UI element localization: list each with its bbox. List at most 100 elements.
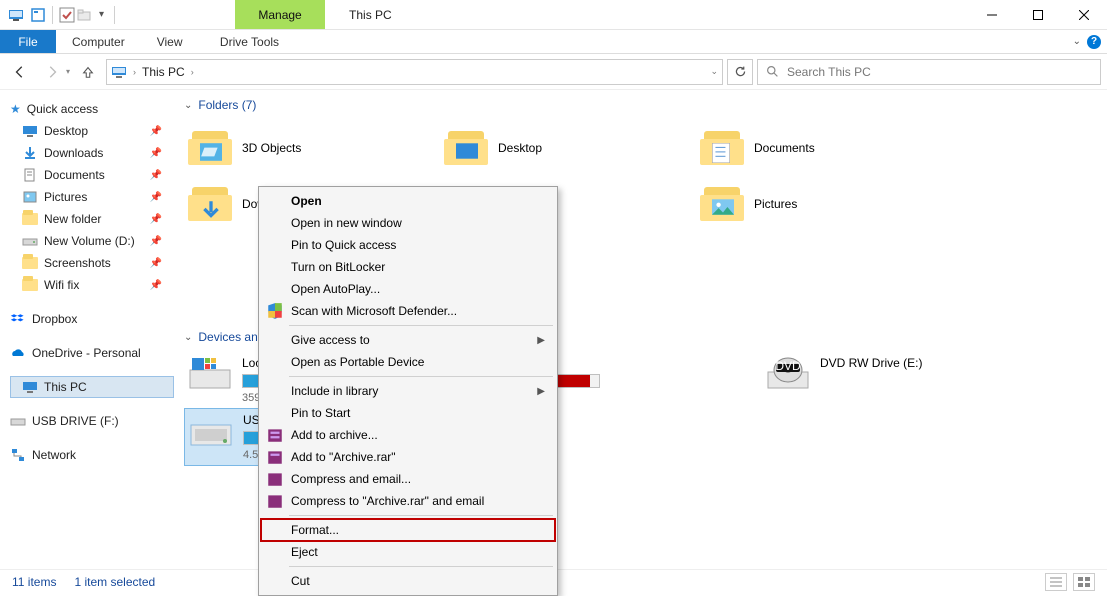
- ctx-include-library[interactable]: Include in library▶: [261, 380, 555, 402]
- ctx-pin-quick-access[interactable]: Pin to Quick access: [261, 234, 555, 256]
- nav-up-button[interactable]: [74, 58, 102, 86]
- ctx-give-access[interactable]: Give access to▶: [261, 329, 555, 351]
- desktop-icon: [22, 123, 38, 139]
- nav-label: Quick access: [27, 102, 98, 116]
- ctx-add-archive[interactable]: Add to archive...: [261, 424, 555, 446]
- minimize-button[interactable]: [969, 0, 1015, 29]
- ribbon-tab-view[interactable]: View: [141, 30, 199, 53]
- address-pc-icon: [111, 64, 127, 80]
- folder-pictures[interactable]: Pictures: [696, 176, 952, 232]
- folder-icon: [188, 185, 232, 223]
- ctx-format[interactable]: Format...: [261, 519, 555, 541]
- ctx-cut[interactable]: Cut: [261, 570, 555, 592]
- ribbon-tab-computer[interactable]: Computer: [56, 30, 141, 53]
- file-tab[interactable]: File: [0, 30, 56, 53]
- folder-label: Desktop: [498, 141, 542, 155]
- nav-onedrive[interactable]: OneDrive - Personal: [10, 342, 174, 364]
- ctx-defender[interactable]: Scan with Microsoft Defender...: [261, 300, 555, 322]
- section-title: Devices and: [198, 330, 264, 344]
- folder-icon: [700, 129, 744, 167]
- search-box[interactable]: Search This PC: [757, 59, 1101, 85]
- view-details-button[interactable]: [1045, 573, 1067, 591]
- nav-forward-button[interactable]: [38, 58, 66, 86]
- nav-item-downloads[interactable]: Downloads📌: [10, 142, 174, 164]
- address-toolbar: ▾ › This PC › ⌄ Search This PC: [0, 54, 1107, 90]
- network-icon: [10, 447, 26, 463]
- qat-properties-icon[interactable]: [30, 7, 46, 23]
- nav-item-volume-d[interactable]: New Volume (D:)📌: [10, 230, 174, 252]
- nav-item-newfolder[interactable]: New folder📌: [10, 208, 174, 230]
- address-dropdown-icon[interactable]: ⌄: [710, 66, 718, 77]
- ctx-eject[interactable]: Eject: [261, 541, 555, 563]
- downloads-icon: [22, 145, 38, 161]
- folder-3d-objects[interactable]: 3D Objects: [184, 120, 440, 176]
- ctx-open[interactable]: Open: [261, 190, 555, 212]
- dropbox-icon: [10, 311, 26, 327]
- nav-network[interactable]: Network: [10, 444, 174, 466]
- status-selected-count: 1 item selected: [74, 575, 155, 589]
- qat-check-icon[interactable]: [59, 7, 75, 23]
- winrar-icon: [266, 426, 284, 444]
- nav-label: Documents: [44, 168, 105, 182]
- refresh-button[interactable]: [727, 59, 753, 85]
- nav-back-button[interactable]: [6, 58, 34, 86]
- documents-icon: [22, 167, 38, 183]
- nav-item-screenshots[interactable]: Screenshots📌: [10, 252, 174, 274]
- nav-quick-access[interactable]: ★ Quick access: [10, 98, 174, 120]
- ctx-portable-device[interactable]: Open as Portable Device: [261, 351, 555, 373]
- drive-icon: [189, 413, 233, 449]
- nav-this-pc[interactable]: This PC: [10, 376, 174, 398]
- crumb-chevron[interactable]: ›: [191, 67, 194, 77]
- folder-icon: [700, 185, 744, 223]
- ctx-compress-email[interactable]: Compress and email...: [261, 468, 555, 490]
- svg-text:DVD: DVD: [775, 359, 801, 373]
- ribbon-collapse-icon[interactable]: ⌄: [1073, 36, 1081, 47]
- drive-dvd-e[interactable]: DVD DVD RW Drive (E:): [762, 352, 1018, 408]
- section-folders-header[interactable]: ⌄ Folders (7): [184, 98, 1097, 112]
- folder-icon: [444, 129, 488, 167]
- search-icon: [766, 65, 779, 78]
- folder-desktop[interactable]: Desktop: [440, 120, 696, 176]
- nav-history-dropdown[interactable]: ▾: [66, 67, 70, 76]
- winrar-icon: [266, 470, 284, 488]
- chevron-down-icon: ⌄: [184, 100, 192, 111]
- ctx-bitlocker[interactable]: Turn on BitLocker: [261, 256, 555, 278]
- nav-label: USB DRIVE (F:): [32, 414, 119, 428]
- qat-dropdown-icon[interactable]: ▾: [95, 9, 108, 20]
- folder-icon: [22, 213, 38, 225]
- help-icon[interactable]: ?: [1087, 35, 1101, 49]
- submenu-arrow-icon: ▶: [537, 386, 545, 397]
- context-tab-label[interactable]: Manage: [235, 0, 325, 29]
- maximize-button[interactable]: [1015, 0, 1061, 29]
- ctx-open-new-window[interactable]: Open in new window: [261, 212, 555, 234]
- usb-icon: [10, 413, 26, 429]
- nav-label: Desktop: [44, 124, 88, 138]
- folder-icon: [22, 279, 38, 291]
- nav-usb-drive[interactable]: USB DRIVE (F:): [10, 410, 174, 432]
- nav-item-pictures[interactable]: Pictures📌: [10, 186, 174, 208]
- nav-label: New folder: [44, 212, 101, 226]
- ctx-pin-start[interactable]: Pin to Start: [261, 402, 555, 424]
- nav-item-desktop[interactable]: Desktop📌: [10, 120, 174, 142]
- folder-documents[interactable]: Documents: [696, 120, 952, 176]
- ribbon-tabs: File Computer View Drive Tools ⌄ ?: [0, 30, 1107, 54]
- address-bar[interactable]: › This PC › ⌄: [106, 59, 723, 85]
- ribbon-tab-drive-tools[interactable]: Drive Tools: [204, 30, 294, 53]
- section-title: Folders (7): [198, 98, 256, 112]
- ctx-compress-rar-email[interactable]: Compress to "Archive.rar" and email: [261, 490, 555, 512]
- nav-dropbox[interactable]: Dropbox: [10, 308, 174, 330]
- close-button[interactable]: [1061, 0, 1107, 29]
- ctx-autoplay[interactable]: Open AutoPlay...: [261, 278, 555, 300]
- dvd-icon: DVD: [766, 356, 810, 392]
- view-icons-button[interactable]: [1073, 573, 1095, 591]
- breadcrumb-thispc[interactable]: This PC: [142, 65, 185, 79]
- nav-item-documents[interactable]: Documents📌: [10, 164, 174, 186]
- crumb-root-chevron[interactable]: ›: [133, 67, 136, 77]
- ctx-add-archive-rar[interactable]: Add to "Archive.rar": [261, 446, 555, 468]
- context-menu: Open Open in new window Pin to Quick acc…: [258, 186, 558, 596]
- winrar-icon: [266, 448, 284, 466]
- nav-label: This PC: [44, 380, 87, 394]
- nav-item-wififix[interactable]: Wifi fix📌: [10, 274, 174, 296]
- qat-newfolder-icon[interactable]: [77, 7, 93, 23]
- shield-icon: [266, 302, 284, 320]
